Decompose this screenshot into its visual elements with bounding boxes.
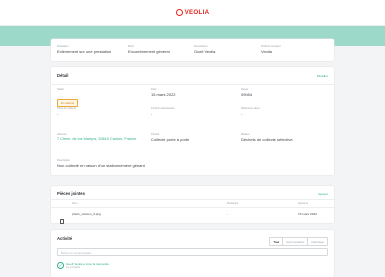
- field-client-reference: Référence client -: [241, 107, 260, 116]
- summary-card: Prestation Enlèvement sur une prestation…: [51, 39, 334, 61]
- activity-event: Guell Veolia a créé la demande. Il y a 2…: [66, 262, 110, 269]
- tab-comments[interactable]: Commentaires: [282, 238, 308, 245]
- field-label: Description: [57, 159, 70, 162]
- field-value: -: [57, 111, 59, 117]
- attachments-card: Pièces jointes Ajouter Nom Déclarant Ajo…: [51, 186, 334, 224]
- details-card: Détail Modifier Statut En attente Date 1…: [51, 67, 334, 175]
- summary-profil: Profil du créateur Veolia: [261, 45, 281, 54]
- activity-card: Activité Tout Commentaires Historique Éc…: [51, 230, 334, 277]
- field-label: Heure: [241, 88, 249, 91]
- summary-motif: Motif Encombrement général: [128, 45, 170, 54]
- column-header: Ajouté le: [298, 202, 309, 205]
- details-title: Détail: [57, 73, 69, 78]
- description-value: Non collecté en raison d'un stationnemen…: [57, 163, 145, 169]
- attachments-title: Pièces jointes: [57, 191, 85, 196]
- divider: [51, 207, 334, 208]
- summary-label: Motif: [128, 45, 134, 48]
- summary-value: Encombrement général: [128, 49, 170, 55]
- add-attachment-link[interactable]: Ajouter: [318, 192, 328, 196]
- field-recipient-profile: Profil du destinataire -: [151, 107, 175, 116]
- tab-history[interactable]: Historique: [307, 238, 327, 245]
- field-description: Description Non collecté en raison d'un …: [57, 159, 145, 168]
- top-bar: VEOLIA: [0, 0, 385, 26]
- field-label: Date: [151, 88, 157, 91]
- field-label: Statut: [57, 88, 64, 91]
- divider: [51, 84, 334, 85]
- status-badge: En attente: [57, 99, 79, 108]
- address-link[interactable]: 7 Chem. de los Martyrs, 33610 Canton, Fr…: [57, 137, 149, 142]
- field-date: Date 15 mars 2022: [151, 88, 175, 97]
- field-time: Heure 09h54: [241, 88, 252, 97]
- field-value: 15 mars 2022: [151, 92, 176, 98]
- activity-filter: Tout Commentaires Historique: [269, 237, 328, 246]
- veolia-logo-icon: [175, 9, 183, 16]
- summary-label: Profil du créateur: [261, 45, 281, 48]
- summary-label: Prestation: [57, 45, 69, 48]
- field-label: Produit: [151, 133, 160, 136]
- comment-input[interactable]: Écrire un commentaire...: [57, 248, 328, 256]
- field-label: Matière: [241, 133, 250, 136]
- summary-value: Enlèvement sur une prestation: [57, 49, 112, 55]
- field-value: 09h54: [241, 92, 253, 98]
- field-collection-point: Point de collecte -: [57, 107, 76, 116]
- attachment-date: 15 mars 2022: [298, 212, 317, 216]
- field-label: Adresse: [57, 133, 67, 136]
- field-value: -: [241, 111, 243, 117]
- brand-name: VEOLIA: [184, 9, 210, 16]
- event-time: Il y a 2 jours: [66, 266, 80, 270]
- column-header: Nom: [72, 202, 78, 205]
- field-value: Déchets de collecte sélective: [241, 137, 293, 143]
- summary-value: Guell Veolia: [194, 49, 216, 55]
- field-value: Collecte porte à porte: [151, 137, 190, 143]
- tab-all[interactable]: Tout: [270, 238, 283, 245]
- summary-demandeur: Demandeur Guell Veolia: [194, 45, 215, 54]
- field-address: Adresse 7 Chem. de los Martyrs, 33610 Ca…: [57, 133, 149, 142]
- field-value: -: [151, 111, 153, 117]
- field-product: Produit Collecte porte à porte: [151, 133, 189, 142]
- summary-label: Demandeur: [194, 45, 208, 48]
- attachment-declarant: -: [227, 212, 229, 216]
- edit-link[interactable]: Modifier: [317, 74, 328, 78]
- summary-value: Veolia: [261, 49, 272, 55]
- column-header: Déclarant: [227, 202, 239, 205]
- activity-title: Activité: [57, 236, 73, 241]
- file-icon: [60, 211, 64, 229]
- field-label: Référence client: [241, 107, 260, 110]
- field-label: Profil du destinataire: [151, 107, 175, 110]
- divider: [51, 199, 334, 200]
- field-status: Statut En attente: [57, 88, 79, 109]
- check-circle-icon: ✓: [57, 262, 64, 269]
- attachment-name[interactable]: photo_camion_3.png: [72, 212, 101, 216]
- field-label: Point de collecte: [57, 107, 77, 110]
- summary-prestation: Prestation Enlèvement sur une prestation: [57, 45, 111, 54]
- field-material: Matière Déchets de collecte sélective: [241, 133, 293, 142]
